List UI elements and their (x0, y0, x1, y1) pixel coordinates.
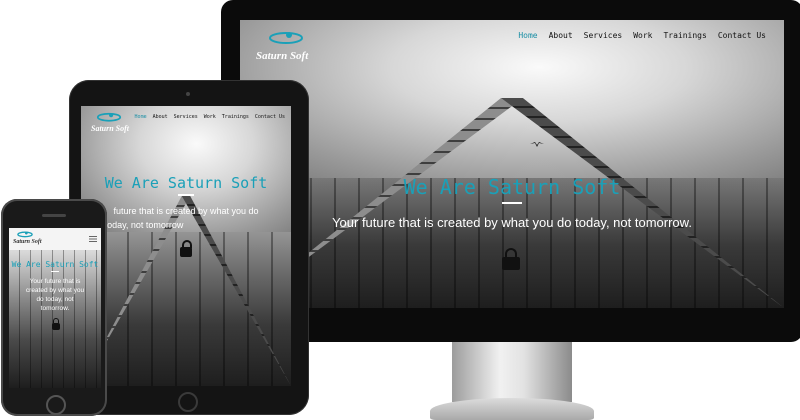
saturn-logo-icon (269, 32, 303, 44)
nav-item-trainings[interactable]: Trainings (222, 114, 249, 120)
menu-icon[interactable] (89, 236, 97, 242)
nav-item-services[interactable]: Services (174, 114, 198, 120)
tablet-home-button[interactable] (178, 392, 198, 412)
nav-item-contact-us[interactable]: Contact Us (718, 31, 766, 40)
nav-item-about[interactable]: About (153, 114, 168, 120)
lock-icon (179, 240, 193, 258)
nav-item-home[interactable]: Home (518, 31, 537, 40)
hero-subtitle-line-1: future that is created by what you do (113, 206, 259, 216)
monitor-stand-base (430, 398, 594, 420)
bird-icon (530, 142, 544, 147)
tablet-camera (186, 92, 190, 96)
site-logo[interactable]: Saturn Soft (12, 230, 48, 248)
main-nav: Home About Services Work Trainings Conta… (518, 31, 766, 40)
hero-subtitle-line-1: Your future that is (29, 278, 81, 285)
nav-item-trainings[interactable]: Trainings (663, 31, 706, 40)
hero-subtitle-line-2: created by what you (25, 287, 85, 294)
hero-subtitle-line-4: tomorrow. (40, 305, 70, 312)
phone-home-button[interactable] (46, 395, 66, 415)
hero-divider (51, 271, 59, 272)
hero-title: We Are Saturn Soft (104, 174, 268, 192)
monitor-stand-neck (452, 342, 572, 402)
hero-subtitle-line-3: do today, not (36, 296, 74, 303)
hero-title: We Are Saturn Soft (11, 260, 99, 269)
phone-screen: Saturn Soft We Are Saturn Soft Your futu… (9, 228, 101, 388)
desktop-screen: Saturn Soft Home About Services Work Tra… (240, 20, 784, 308)
nav-item-contact-us[interactable]: Contact Us (255, 114, 285, 120)
phone-speaker (42, 214, 66, 217)
nav-item-home[interactable]: Home (135, 114, 147, 120)
nav-item-work[interactable]: Work (633, 31, 652, 40)
site-logo[interactable]: Saturn Soft (87, 110, 131, 138)
lock-icon (51, 318, 61, 330)
brand-name: Saturn Soft (91, 124, 130, 133)
hero-divider (178, 194, 194, 196)
main-nav: Home About Services Work Trainings Conta… (135, 114, 285, 120)
nav-item-about[interactable]: About (549, 31, 573, 40)
saturn-logo-icon (96, 112, 122, 122)
hero-subtitle: Your future that is created by what you … (332, 215, 692, 230)
nav-item-work[interactable]: Work (204, 114, 216, 120)
tablet-screen: Saturn Soft Home About Services Work Tra… (81, 106, 291, 386)
brand-name: Saturn Soft (13, 239, 42, 245)
hero-title: We Are Saturn Soft (403, 175, 621, 199)
saturn-logo-icon (17, 231, 33, 238)
site-logo[interactable]: Saturn Soft (256, 26, 316, 66)
hero-divider (502, 202, 522, 204)
lock-icon (501, 248, 521, 272)
brand-name: Saturn Soft (256, 50, 309, 62)
nav-item-services[interactable]: Services (584, 31, 623, 40)
